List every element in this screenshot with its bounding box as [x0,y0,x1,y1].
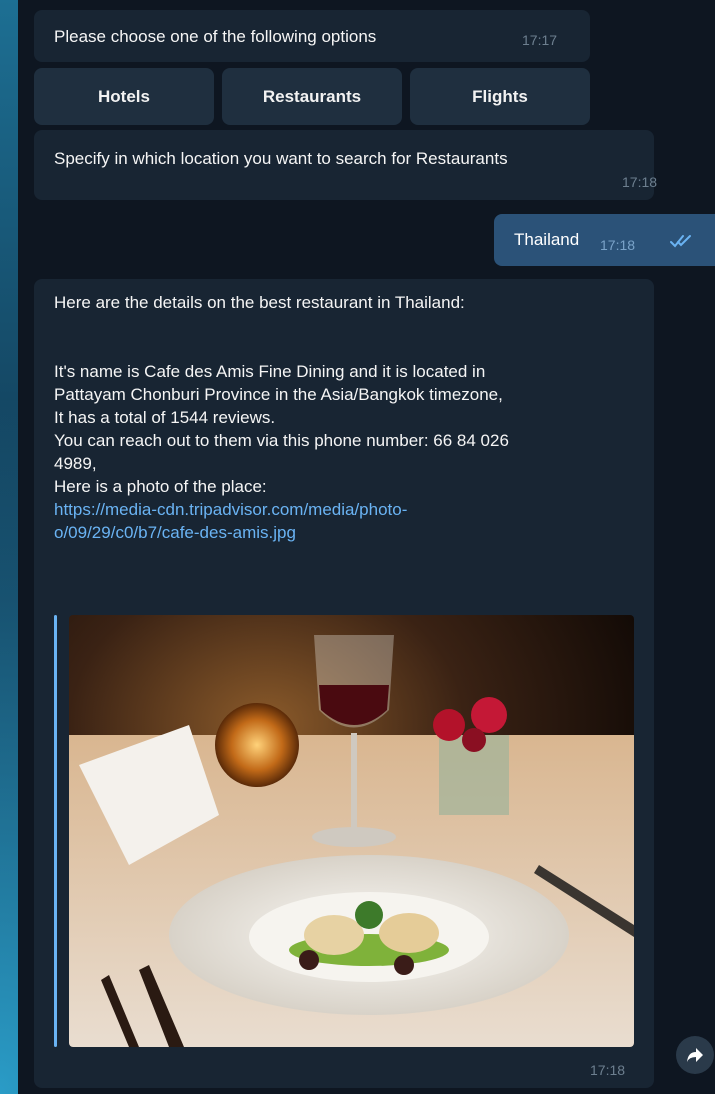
details-line: 4989, [54,454,97,473]
details-line: It has a total of 1544 reviews. [54,408,276,427]
details-line: Pattayam Chonburi Province in the Asia/B… [54,385,503,404]
message-time: 17:18 [622,174,658,190]
user-message: Thailand 17:18 [494,214,715,266]
restaurants-button[interactable]: Restaurants [222,68,402,125]
message-text: Thailand [514,230,580,249]
details-line: It's name is Cafe des Amis Fine Dining a… [54,362,486,381]
message-time: 17:18 [600,237,636,253]
intro-text: Here are the details on the best restaur… [54,293,465,312]
details-line: You can reach out to them via this phone… [54,431,509,450]
forward-arrow-icon[interactable] [676,1036,714,1074]
restaurant-photo[interactable] [69,615,634,1047]
bot-message-details: Here are the details on the best restaur… [34,279,654,1088]
details-line: Here is a photo of the place: [54,477,267,496]
message-text: Please choose one of the following optio… [54,27,377,46]
message-time: 17:18 [590,1062,626,1078]
double-check-icon [670,234,692,253]
link-preview-bar [54,615,57,1047]
hotels-button[interactable]: Hotels [34,68,214,125]
photo-link[interactable]: https://media-cdn.tripadvisor.com/media/… [54,498,634,521]
bot-message-location: Specify in which location you want to se… [34,130,658,200]
message-text: Specify in which location you want to se… [54,149,508,168]
flights-button[interactable]: Flights [410,68,590,125]
bot-message-options: Please choose one of the following optio… [34,10,590,62]
inline-keyboard: Hotels Restaurants Flights [34,68,590,125]
photo-link-continued[interactable]: o/09/29/c0/b7/cafe-des-amis.jpg [54,521,634,544]
message-time: 17:17 [522,32,558,48]
